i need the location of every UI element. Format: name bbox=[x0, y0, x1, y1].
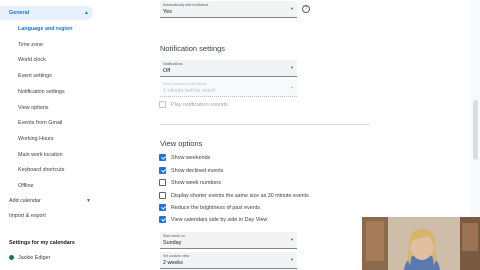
play-sounds-checkbox[interactable] bbox=[159, 101, 166, 108]
start-week-value: Sunday bbox=[163, 239, 182, 246]
show-week-numbers-checkbox[interactable] bbox=[159, 179, 166, 186]
side-by-side-checkbox[interactable] bbox=[159, 216, 166, 223]
sidebar-item-offline[interactable]: Offline bbox=[18, 179, 33, 193]
notifications-select[interactable]: Notifications Off ▼ bbox=[160, 60, 297, 77]
section-divider bbox=[160, 124, 370, 125]
sidebar-item-calendar[interactable]: Jackie Ediger bbox=[9, 251, 50, 265]
reduce-brightness-checkbox[interactable] bbox=[159, 204, 166, 211]
webcam-overlay bbox=[362, 217, 480, 270]
chevron-up-icon[interactable]: ▲ bbox=[84, 6, 89, 20]
option-label: Show declined events bbox=[171, 168, 224, 174]
sidebar-item-time-zone[interactable]: Time zone bbox=[18, 38, 43, 52]
arrow-drop-down-icon: ▼ bbox=[290, 65, 294, 70]
start-week-label: Start week on bbox=[163, 233, 185, 238]
notification-settings-title: Notification settings bbox=[160, 44, 226, 53]
add-calendar-label: Add calendar bbox=[9, 198, 41, 204]
option-label: Display shorter events the same size as … bbox=[171, 193, 309, 199]
arrow-drop-down-icon: ▼ bbox=[290, 6, 294, 11]
snoozed-notifications-label: Show snoozed notifications bbox=[163, 81, 207, 86]
snoozed-notifications-select[interactable]: Show snoozed notifications 1 minute befo… bbox=[160, 80, 297, 97]
sidebar-item-keyboard-shortcuts[interactable]: Keyboard shortcuts bbox=[18, 163, 64, 177]
option-label: Reduce the brightness of past events bbox=[171, 205, 261, 211]
notifications-label: Notifications bbox=[163, 61, 183, 66]
view-options-title: View options bbox=[160, 139, 203, 148]
auto-add-invitations-select[interactable]: Automatically add invitations Yes ▼ bbox=[160, 1, 297, 18]
sidebar-item-import-export[interactable]: Import & export bbox=[9, 209, 46, 223]
sidebar-item-world-clock[interactable]: World clock bbox=[18, 53, 46, 67]
auto-add-invitations-label: Automatically add invitations bbox=[163, 2, 209, 7]
scrollbar-thumb[interactable] bbox=[473, 100, 478, 160]
option-label: Show week numbers bbox=[171, 180, 222, 186]
shorter-events-checkbox[interactable] bbox=[159, 192, 166, 199]
option-label: View calendars side by side in Day View bbox=[171, 217, 268, 223]
sidebar-item-add-calendar[interactable]: Add calendar ▼ bbox=[9, 194, 100, 208]
arrow-drop-down-icon: ▼ bbox=[290, 257, 294, 262]
sidebar-item-language-and-region[interactable]: Language and region bbox=[18, 22, 73, 36]
settings-sidebar: General ▲ Language and region Time zone … bbox=[0, 0, 100, 270]
calendar-owner-name: Jackie Ediger bbox=[18, 255, 51, 261]
arrow-drop-down-icon: ▼ bbox=[290, 85, 294, 90]
custom-view-select[interactable]: Set custom view 2 weeks ▼ bbox=[160, 252, 297, 269]
start-week-select[interactable]: Start week on Sunday ▼ bbox=[160, 232, 297, 249]
sidebar-item-notification-settings[interactable]: Notification settings bbox=[18, 85, 65, 99]
custom-view-value: 2 weeks bbox=[163, 259, 183, 266]
snoozed-notifications-value: 1 minute before event bbox=[163, 87, 216, 94]
notifications-value: Off bbox=[163, 67, 171, 74]
auto-add-invitations-value: Yes bbox=[163, 8, 172, 15]
show-weekends-checkbox[interactable] bbox=[159, 154, 166, 161]
presenter-video-image bbox=[362, 217, 480, 270]
arrow-drop-down-icon: ▼ bbox=[290, 237, 294, 242]
help-circle-icon[interactable]: ? bbox=[302, 5, 310, 13]
option-label: Show weekends bbox=[171, 155, 211, 161]
sidebar-item-main-work-location[interactable]: Main work location bbox=[18, 148, 63, 162]
play-sounds-label: Play notification sounds bbox=[171, 102, 228, 108]
custom-view-label: Set custom view bbox=[163, 253, 190, 258]
sidebar-item-events-from-gmail[interactable]: Events from Gmail bbox=[18, 116, 62, 130]
calendar-color-dot bbox=[9, 255, 14, 261]
sidebar-item-view-options[interactable]: View options bbox=[18, 101, 48, 115]
show-declined-events-checkbox[interactable] bbox=[159, 167, 166, 174]
sidebar-item-working-hours[interactable]: Working Hours bbox=[18, 132, 54, 146]
sidebar-general-label: General bbox=[9, 10, 30, 16]
sidebar-item-general[interactable]: General ▲ bbox=[0, 6, 93, 20]
sidebar-item-event-settings[interactable]: Event settings bbox=[18, 69, 52, 83]
chevron-down-icon: ▼ bbox=[86, 198, 91, 204]
my-calendars-heading: Settings for my calendars bbox=[9, 240, 75, 246]
